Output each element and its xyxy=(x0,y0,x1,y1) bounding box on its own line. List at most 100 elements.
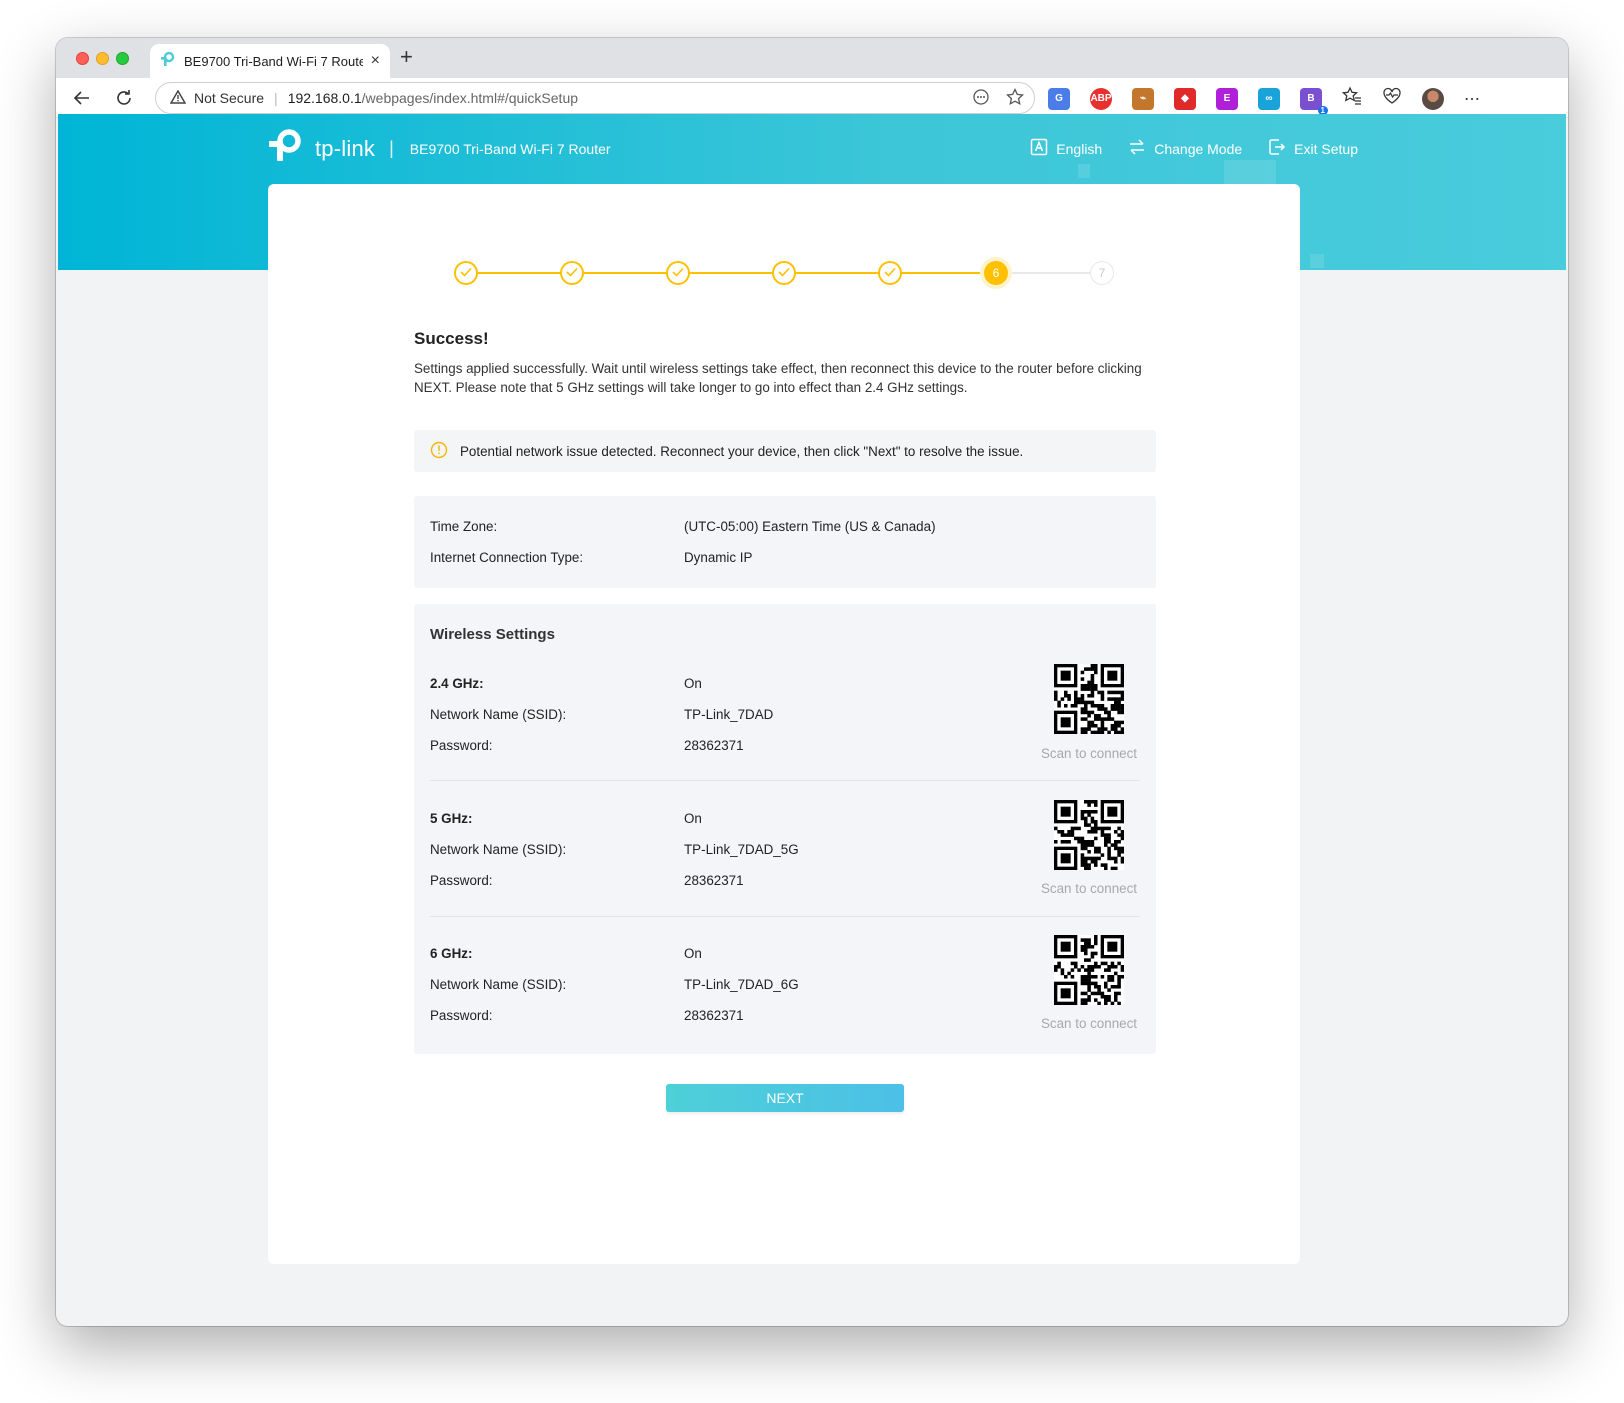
header-links: English Change Mode Exit Setup xyxy=(1030,138,1358,159)
summary-panel: Time Zone: (UTC-05:00) Eastern Time (US … xyxy=(414,496,1156,588)
band-divider xyxy=(430,780,1140,781)
tab-title: BE9700 Tri-Band Wi-Fi 7 Route xyxy=(184,53,363,69)
ssid-value: TP-Link_7DAD_6G xyxy=(684,977,799,992)
connection-type-value: Dynamic IP xyxy=(684,550,753,565)
banner-decoration xyxy=(1224,160,1276,186)
password-label: Password: xyxy=(430,738,493,753)
exit-setup-link[interactable]: Exit Setup xyxy=(1268,138,1358,159)
reader-icon[interactable] xyxy=(972,88,990,109)
password-value: 28362371 xyxy=(684,873,744,888)
chart-extension-icon[interactable]: ⌁ xyxy=(1132,87,1154,110)
password-label: Password: xyxy=(430,1008,493,1023)
step-current: 6 xyxy=(984,261,1008,285)
profile-avatar[interactable] xyxy=(1422,87,1444,110)
tp-link-logo-icon xyxy=(267,128,305,169)
tp-link-favicon-icon xyxy=(160,51,176,72)
stepper-remaining-line xyxy=(996,272,1102,274)
warning-icon xyxy=(430,441,448,462)
step-1-complete xyxy=(454,261,478,285)
band-label: 2.4 GHz: xyxy=(430,676,484,691)
banner-decoration xyxy=(1310,254,1324,268)
step-3-complete xyxy=(666,261,690,285)
exit-setup-label: Exit Setup xyxy=(1294,140,1358,157)
router-model: BE9700 Tri-Band Wi-Fi 7 Router xyxy=(409,140,611,157)
health-icon[interactable] xyxy=(1382,86,1402,111)
brand-name: tp-link xyxy=(315,135,376,161)
tab-bar: BE9700 Tri-Band Wi-Fi 7 Route × + xyxy=(56,38,1568,78)
check-icon xyxy=(566,266,578,280)
browser-window: BE9700 Tri-Band Wi-Fi 7 Route × + Not Se… xyxy=(56,38,1568,1326)
router-setup-page: tp-link | BE9700 Tri-Band Wi-Fi 7 Router… xyxy=(58,114,1566,1326)
check-icon xyxy=(672,266,684,280)
language-icon xyxy=(1030,138,1048,159)
band-status: On xyxy=(684,946,702,961)
adblock-extension-icon[interactable]: ABP xyxy=(1090,87,1112,110)
change-mode-icon xyxy=(1128,138,1146,159)
band-status: On xyxy=(684,811,702,826)
zoom-window-button[interactable] xyxy=(116,52,129,65)
ssid-label: Network Name (SSID): xyxy=(430,707,567,722)
more-menu-icon[interactable]: ⋯ xyxy=(1464,89,1480,109)
browser-tab[interactable]: BE9700 Tri-Band Wi-Fi 7 Route × xyxy=(150,44,390,78)
step-5-complete xyxy=(878,261,902,285)
band-label: 6 GHz: xyxy=(430,946,473,961)
scan-to-connect-label: Scan to connect xyxy=(1040,746,1138,761)
step-2-complete xyxy=(560,261,584,285)
band-status: On xyxy=(684,676,702,691)
ssid-value: TP-Link_7DAD_5G xyxy=(684,842,799,857)
back-icon[interactable] xyxy=(70,86,94,110)
banner-decoration xyxy=(1078,164,1090,178)
link-extension-icon[interactable]: ∞ xyxy=(1258,87,1280,110)
minimize-window-button[interactable] xyxy=(96,52,109,65)
url-host: 192.168.0.1 xyxy=(287,90,362,106)
url-separator: | xyxy=(274,90,278,106)
password-value: 28362371 xyxy=(684,738,744,753)
scan-to-connect-label: Scan to connect xyxy=(1040,1016,1138,1031)
qr-code-icon xyxy=(1054,800,1124,870)
e-extension-icon[interactable]: E xyxy=(1216,87,1238,110)
change-mode-label: Change Mode xyxy=(1154,140,1243,157)
check-icon xyxy=(460,266,472,280)
page-title: Success! xyxy=(414,329,489,348)
url-path: /webpages/index.html#/quickSetup xyxy=(361,90,579,106)
alert-text: Potential network issue detected. Reconn… xyxy=(460,443,1024,459)
scan-to-connect-label: Scan to connect xyxy=(1040,881,1138,896)
password-label: Password: xyxy=(430,873,493,888)
check-icon xyxy=(884,266,896,280)
favorite-star-icon[interactable] xyxy=(1006,87,1024,109)
address-bar-actions xyxy=(972,87,1024,109)
security-label[interactable]: Not Secure xyxy=(194,90,264,106)
language-selector[interactable]: English xyxy=(1030,138,1102,159)
browser-toolbar: Not Secure | 192.168.0.1/webpages/index.… xyxy=(56,78,1568,118)
exit-icon xyxy=(1268,138,1286,159)
close-tab-icon[interactable]: × xyxy=(371,52,380,70)
network-warning-alert: Potential network issue detected. Reconn… xyxy=(414,430,1156,472)
next-button[interactable]: NEXT xyxy=(666,1084,904,1112)
b-extension-icon[interactable]: B1 xyxy=(1300,87,1328,115)
time-zone-value: (UTC-05:00) Eastern Time (US & Canada) xyxy=(684,519,936,534)
ssid-value: TP-Link_7DAD xyxy=(684,707,774,722)
translate-extension-icon[interactable]: G xyxy=(1048,87,1070,110)
step-4-complete xyxy=(772,261,796,285)
warning-triangle-icon[interactable] xyxy=(169,89,187,107)
reload-icon[interactable] xyxy=(112,86,136,110)
close-window-button[interactable] xyxy=(76,52,89,65)
change-mode-link[interactable]: Change Mode xyxy=(1128,138,1242,159)
wireless-settings-panel: Wireless Settings 2.4 GHz: On Network Na… xyxy=(414,604,1156,1054)
result-description: Settings applied successfully. Wait unti… xyxy=(414,361,1142,395)
ssid-label: Network Name (SSID): xyxy=(430,842,567,857)
language-label: English xyxy=(1056,140,1103,157)
step-upcoming: 7 xyxy=(1090,261,1114,285)
new-tab-icon[interactable]: + xyxy=(400,44,413,70)
address-bar[interactable]: Not Secure | 192.168.0.1/webpages/index.… xyxy=(155,82,1035,114)
time-zone-label: Time Zone: xyxy=(430,519,498,534)
tag-extension-icon[interactable]: ◆ xyxy=(1174,87,1196,110)
qr-code-icon xyxy=(1054,935,1124,1005)
extensions-row: G ABP ⌁ ◆ E ∞ B1 ⋯ xyxy=(1048,86,1480,115)
connection-type-label: Internet Connection Type: xyxy=(430,550,584,565)
setup-card: 6 7 Success! Settings applied successful… xyxy=(268,184,1300,1264)
favorites-list-icon[interactable] xyxy=(1341,86,1362,111)
ssid-label: Network Name (SSID): xyxy=(430,977,567,992)
brand: tp-link | BE9700 Tri-Band Wi-Fi 7 Router xyxy=(267,128,611,169)
stepper-progress-line xyxy=(466,272,996,274)
